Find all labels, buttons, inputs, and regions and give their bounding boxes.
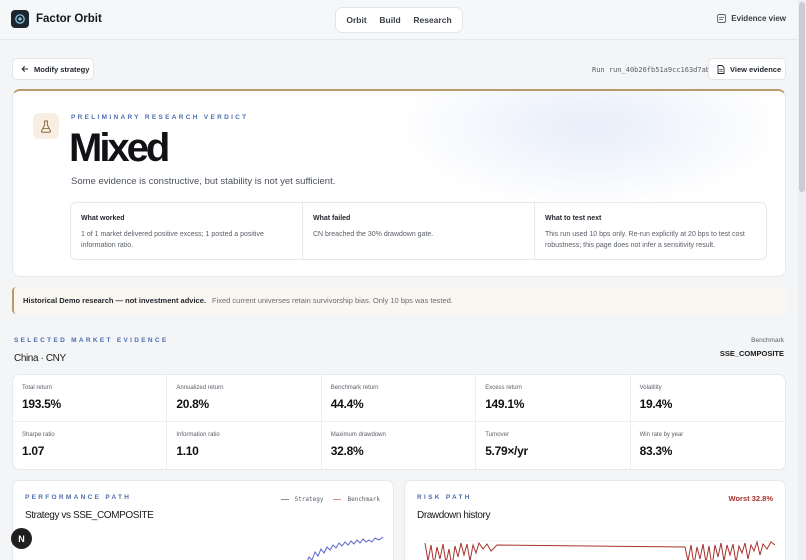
metric-label: Maximum drawdown: [330, 432, 386, 438]
finding-title: What failed: [313, 215, 351, 222]
metric-label: Total return: [22, 385, 53, 391]
flask-icon: [33, 113, 59, 139]
metric-value: 19.4%: [639, 397, 673, 411]
legend-strategy: Strategy: [294, 496, 324, 503]
app-header: Factor Orbit Orbit Build Research Eviden…: [0, 0, 798, 40]
strategy-line: [307, 536, 384, 560]
nav-tab-orbit[interactable]: Orbit: [346, 15, 366, 25]
drawdown-line: [424, 540, 776, 560]
metric-volatility: Volatility 19.4%: [630, 375, 785, 422]
worst-drawdown-badge: Worst 32.8%: [728, 494, 773, 503]
metric-label: Annualized return: [176, 385, 224, 391]
verdict-summary: Some evidence is constructive, but stabi…: [71, 176, 336, 187]
metric-excess-return: Excess return 149.1%: [476, 375, 631, 422]
metric-label: Volatility: [639, 385, 662, 391]
finding-title: What to test next: [545, 215, 602, 222]
legend-benchmark: Benchmark: [347, 496, 380, 503]
run-id: Run run_40b26fb51a9cc163d7ab: [592, 66, 710, 74]
benchmark-swatch: [333, 499, 342, 500]
metric-value: 44.4%: [330, 397, 364, 411]
metric-value: 20.8%: [176, 397, 209, 411]
metric-label: Excess return: [485, 385, 522, 391]
finding-body: This run used 10 bps only. Re-run explic…: [545, 231, 745, 250]
metric-total-return: Total return 193.5%: [13, 375, 168, 422]
metric-value: 83.3%: [639, 444, 673, 458]
run-prefix: Run: [592, 66, 605, 74]
metric-label: Sharpe ratio: [22, 432, 55, 438]
scrollbar-thumb[interactable]: [799, 2, 805, 192]
main-nav: Orbit Build Research: [335, 7, 463, 33]
finding-body: CN breached the 30% drawdown gate.: [313, 231, 434, 238]
brand[interactable]: Factor Orbit: [11, 10, 102, 28]
metric-value: 1.07: [22, 444, 45, 458]
view-evidence-label: View evidence: [730, 64, 782, 74]
orbit-logo-icon: [11, 10, 29, 28]
finding-body: 1 of 1 market delivered positive excess;…: [81, 231, 264, 250]
metric-label: Benchmark return: [330, 385, 379, 391]
risk-kicker: RISK PATH: [417, 494, 472, 501]
performance-legend: Strategy Benchmark: [280, 496, 380, 503]
evidence-view-button[interactable]: Evidence view: [717, 14, 786, 23]
performance-kicker: PERFORMANCE PATH: [25, 494, 132, 501]
finding-title: What worked: [81, 215, 125, 222]
metric-information-ratio: Information ratio 1.10: [167, 422, 322, 469]
page-scrollbar[interactable]: [798, 0, 806, 560]
metric-label: Win rate by year: [639, 432, 684, 438]
performance-card: PERFORMANCE PATH Strategy vs SSE_COMPOSI…: [12, 480, 394, 560]
verdict-word: Mixed: [69, 126, 170, 170]
metric-value: 1.10: [176, 444, 199, 458]
document-icon: [717, 64, 725, 74]
verdict-kicker: PRELIMINARY RESEARCH VERDICT: [71, 114, 249, 121]
drawdown-chart: [424, 540, 776, 560]
metrics-grid: Total return 193.5% Annualized return 20…: [12, 374, 786, 470]
assistant-fab[interactable]: N: [11, 528, 32, 549]
benchmark-label: Benchmark: [751, 337, 784, 344]
nav-tab-research[interactable]: Research: [413, 15, 451, 25]
metric-value: 149.1%: [485, 397, 525, 411]
metric-value: 5.79×/yr: [485, 444, 528, 458]
arrow-left-icon: [21, 66, 28, 72]
finding-next: What to test next This run used 10 bps o…: [535, 203, 766, 259]
market-name: China · CNY: [14, 353, 66, 364]
metric-benchmark-return: Benchmark return 44.4%: [321, 375, 477, 422]
metric-value: 193.5%: [22, 397, 61, 411]
disclaimer-note: Fixed current universes retain survivors…: [211, 296, 453, 305]
fab-label: N: [18, 533, 25, 544]
findings-panel: What worked 1 of 1 market delivered posi…: [70, 202, 767, 260]
modify-strategy-button[interactable]: Modify strategy: [12, 58, 94, 80]
strategy-swatch: [280, 499, 289, 500]
risk-title: Drawdown history: [417, 510, 491, 521]
panel-icon: [717, 14, 727, 23]
metric-annualized-return: Annualized return 20.8%: [167, 375, 322, 422]
benchmark-value: SSE_COMPOSITE: [719, 349, 784, 358]
performance-title: Strategy vs SSE_COMPOSITE: [25, 510, 154, 521]
disclaimer-strong: Historical Demo research — not investmen…: [23, 296, 206, 305]
verdict-card: PRELIMINARY RESEARCH VERDICT Mixed Some …: [12, 89, 786, 277]
finding-failed: What failed CN breached the 30% drawdown…: [303, 203, 535, 259]
view-evidence-button[interactable]: View evidence: [708, 58, 786, 80]
metric-max-drawdown: Maximum drawdown 32.8%: [322, 422, 477, 469]
metric-sharpe-ratio: Sharpe ratio 1.07: [13, 422, 168, 469]
modify-strategy-label: Modify strategy: [34, 64, 90, 74]
verdict-glow: [393, 91, 785, 211]
run-id-value: run_40b26fb51a9cc163d7ab: [608, 66, 711, 74]
nav-tab-build[interactable]: Build: [379, 15, 400, 25]
metric-value: 32.8%: [330, 444, 364, 458]
risk-card: RISK PATH Drawdown history Worst 32.8%: [404, 480, 786, 560]
finding-worked: What worked 1 of 1 market delivered posi…: [71, 203, 303, 259]
metric-label: Turnover: [485, 432, 509, 438]
performance-chart: [307, 536, 384, 560]
evidence-view-label: Evidence view: [731, 14, 786, 23]
market-kicker: SELECTED MARKET EVIDENCE: [14, 337, 169, 344]
metric-label: Information ratio: [176, 432, 220, 438]
metric-turnover: Turnover 5.79×/yr: [476, 422, 631, 469]
disclaimer-banner: Historical Demo research — not investmen…: [12, 287, 786, 314]
metric-win-rate: Win rate by year 83.3%: [631, 422, 785, 469]
brand-name: Factor Orbit: [36, 13, 102, 25]
